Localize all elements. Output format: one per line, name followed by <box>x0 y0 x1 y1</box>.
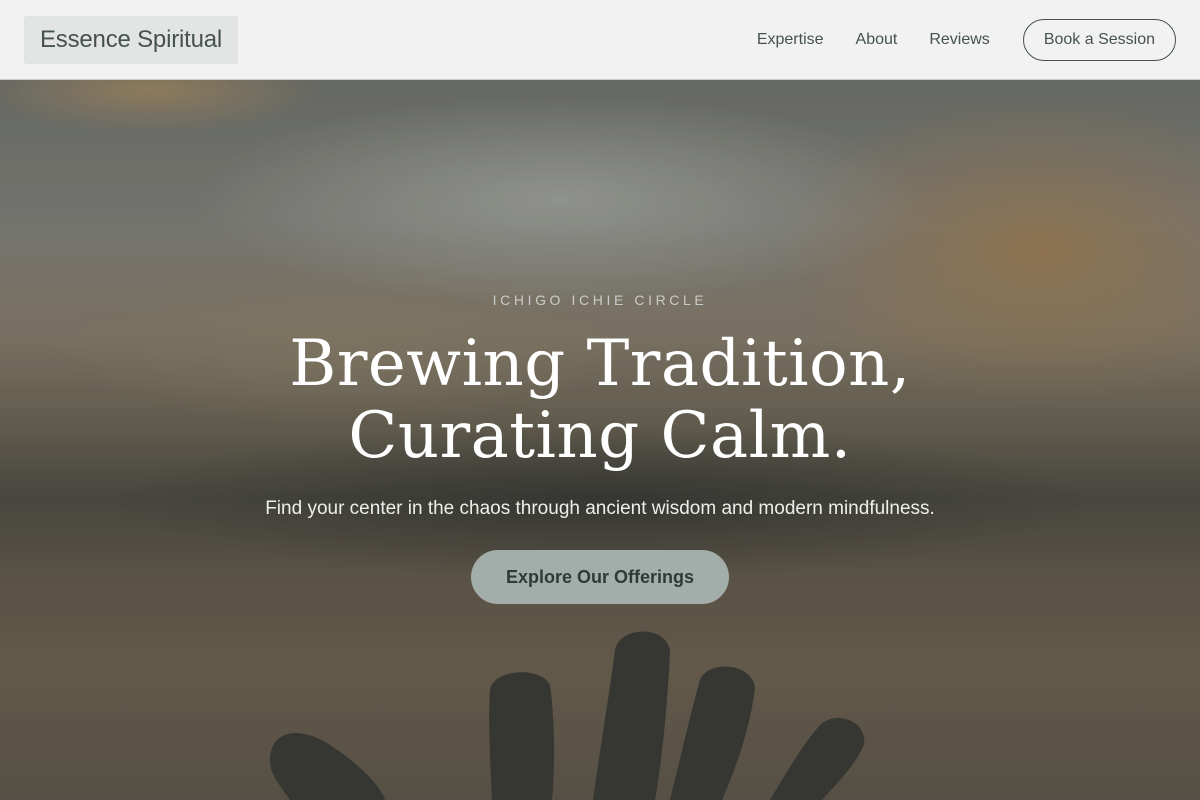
nav-link-reviews[interactable]: Reviews <box>929 31 989 49</box>
hero-eyebrow: ICHIGO ICHIE CIRCLE <box>492 292 708 308</box>
landing-page: Essence Spiritual Expertise About Review… <box>0 0 1200 800</box>
hero-headline-line-1: Brewing Tradition, <box>289 327 911 401</box>
hero-section: ICHIGO ICHIE CIRCLE Brewing Tradition, C… <box>0 80 1200 800</box>
hero-subtext: Find your center in the chaos through an… <box>265 498 935 519</box>
hero-headline: Brewing Tradition, Curating Calm. <box>0 328 1200 472</box>
book-session-button[interactable]: Book a Session <box>1022 19 1176 61</box>
brand-logo[interactable]: Essence Spiritual <box>24 16 239 64</box>
site-header: Essence Spiritual Expertise About Review… <box>0 0 1200 80</box>
hero-headline-line-2: Curating Calm. <box>348 399 852 473</box>
nav-link-expertise[interactable]: Expertise <box>757 31 824 49</box>
explore-offerings-button[interactable]: Explore Our Offerings <box>471 550 729 604</box>
nav-link-about[interactable]: About <box>856 31 898 49</box>
main-nav: Expertise About Reviews Book a Session <box>757 19 1176 61</box>
